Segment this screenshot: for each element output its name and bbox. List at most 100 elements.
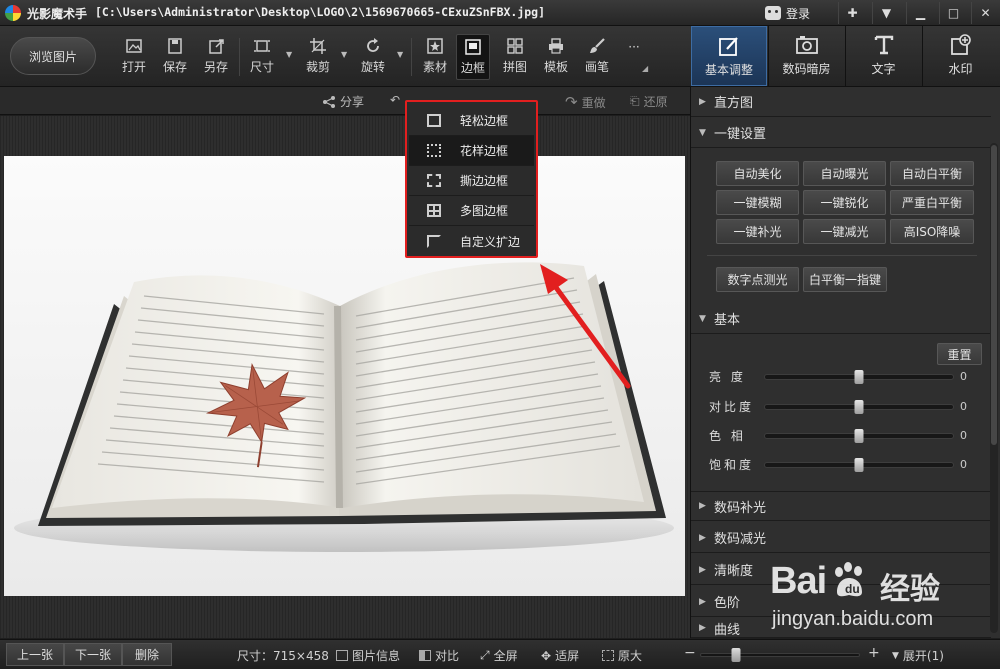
open-button[interactable]: 打开: [117, 34, 151, 80]
tab-text[interactable]: 文字: [845, 26, 921, 86]
user-icon: [765, 6, 781, 20]
rotate-dropdown-icon[interactable]: ▼: [397, 50, 403, 59]
skin-button[interactable]: ✚: [838, 2, 866, 24]
section-title: 色阶: [714, 596, 741, 611]
panel-scrollbar[interactable]: [990, 143, 998, 633]
size-dropdown-icon[interactable]: ▼: [286, 50, 292, 59]
toolbar-expand-icon[interactable]: ◢: [642, 64, 648, 73]
section-title: 直方图: [714, 96, 754, 111]
slider-thumb[interactable]: [854, 429, 864, 443]
redo-label: 重做: [581, 95, 606, 110]
maximize-icon: □: [947, 6, 960, 20]
brightness-slider[interactable]: [764, 370, 954, 384]
fit-screen-button[interactable]: ✥ 适屏: [541, 647, 579, 664]
save-as-button[interactable]: 另存: [199, 34, 233, 80]
white-balance-picker-button[interactable]: 白平衡一指键: [803, 267, 887, 292]
zoom-thumb[interactable]: [731, 648, 741, 662]
multi-border-icon: [427, 204, 441, 217]
auto-beautify-button[interactable]: 自动美化: [716, 161, 799, 186]
rotate-icon: [367, 38, 379, 52]
tab-basic-adjust[interactable]: 基本调整: [691, 26, 767, 86]
save-as-label: 另存: [203, 60, 228, 74]
fullscreen-icon: ⤢: [480, 648, 490, 662]
image-canvas[interactable]: [0, 116, 690, 638]
menu-button[interactable]: ▼: [872, 2, 900, 24]
contrast-slider[interactable]: [764, 400, 954, 414]
original-size-button[interactable]: 原大: [602, 647, 642, 664]
menu-item-simple-border[interactable]: 轻松边框: [409, 106, 534, 136]
rotate-button[interactable]: 旋转: [356, 34, 390, 80]
crop-dropdown-icon[interactable]: ▼: [341, 50, 347, 59]
minimize-button[interactable]: ▁: [906, 2, 934, 24]
zoom-in-icon[interactable]: +: [868, 645, 880, 661]
section-one-click[interactable]: ▼ 一键设置: [691, 118, 991, 148]
restore-button[interactable]: ⎗ 还原: [630, 93, 668, 110]
maximize-button[interactable]: □: [939, 2, 967, 24]
menu-item-multi-image-border[interactable]: 多图边框: [409, 196, 534, 226]
slider-thumb[interactable]: [854, 458, 864, 472]
image-info-button[interactable]: 图片信息: [336, 647, 400, 664]
redo-button[interactable]: ↷ 重做: [565, 93, 606, 111]
main-toolbar: 浏览图片 打开 保存 另存 尺寸 ▼ 裁剪 ▼ 旋转 ▼ 素材 边框 拼图 模板: [0, 26, 1000, 87]
expand-filmstrip-button[interactable]: ▼ 展开(1): [892, 647, 944, 664]
hue-slider[interactable]: [764, 429, 954, 443]
border-button[interactable]: 边框: [456, 34, 490, 80]
material-button[interactable]: 素材: [418, 34, 452, 80]
section-basic[interactable]: ▼ 基本: [691, 304, 991, 334]
brush-button[interactable]: 画笔: [580, 34, 614, 80]
brush-label: 画笔: [584, 60, 609, 74]
file-path: [C:\Users\Administrator\Desktop\LOGO\2\1…: [95, 5, 546, 19]
menu-item-torn-border[interactable]: 撕边边框: [409, 166, 534, 196]
high-iso-denoise-button[interactable]: 高ISO降噪: [890, 219, 974, 244]
crop-button[interactable]: 裁剪: [301, 34, 335, 80]
auto-white-balance-button[interactable]: 自动白平衡: [890, 161, 974, 186]
collage-button[interactable]: 拼图: [498, 34, 532, 80]
one-click-reduce-light-button[interactable]: 一键减光: [803, 219, 886, 244]
collapsed-arrow-icon: ▶: [699, 596, 706, 607]
tab-watermark[interactable]: 水印: [922, 26, 998, 86]
reset-button[interactable]: 重置: [937, 343, 982, 365]
menu-down-icon: ▼: [881, 6, 892, 20]
menu-item-pattern-border[interactable]: 花样边框: [409, 136, 534, 166]
menu-item-custom-expand[interactable]: 自定义扩边: [409, 226, 534, 256]
close-button[interactable]: ✕: [971, 2, 999, 24]
star-frame-icon: [427, 38, 443, 54]
camera-icon: [795, 36, 818, 54]
zoom-slider[interactable]: [700, 648, 860, 662]
one-click-fill-light-button[interactable]: 一键补光: [716, 219, 799, 244]
previous-image-button[interactable]: 上一张: [6, 643, 64, 666]
menu-item-label: 撕边边框: [460, 174, 509, 188]
auto-exposure-button[interactable]: 自动曝光: [803, 161, 886, 186]
share-label: 分享: [340, 95, 365, 109]
slider-thumb[interactable]: [854, 400, 864, 414]
severe-white-balance-button[interactable]: 严重白平衡: [890, 190, 974, 215]
more-tools-button[interactable]: ···: [617, 34, 651, 80]
toolbar-divider: [239, 38, 240, 76]
fullscreen-button[interactable]: ⤢ 全屏: [480, 647, 518, 664]
section-reduce-light[interactable]: ▶ 数码减光: [691, 523, 991, 553]
template-button[interactable]: 模板: [539, 34, 573, 80]
svg-text:du: du: [845, 582, 860, 596]
section-histogram[interactable]: ▶ 直方图: [691, 87, 991, 117]
save-button[interactable]: 保存: [158, 34, 192, 80]
login-button[interactable]: 登录: [765, 3, 810, 23]
compare-button[interactable]: 对比: [419, 647, 459, 664]
spot-metering-button[interactable]: 数字点测光: [716, 267, 799, 292]
saturation-slider[interactable]: [764, 458, 954, 472]
original-size-icon: [602, 650, 614, 661]
size-button[interactable]: 尺寸: [245, 34, 279, 80]
next-image-button[interactable]: 下一张: [64, 643, 122, 666]
open-label: 打开: [121, 60, 146, 74]
slider-thumb[interactable]: [854, 370, 864, 384]
one-click-blur-button[interactable]: 一键模糊: [716, 190, 799, 215]
shirt-icon: ✚: [847, 6, 858, 20]
delete-button[interactable]: 删除: [122, 643, 172, 666]
undo-button[interactable]: ↶: [390, 93, 400, 107]
section-fill-light[interactable]: ▶ 数码补光: [691, 491, 991, 521]
restore-icon: ⎗: [630, 94, 640, 108]
share-button[interactable]: 分享: [322, 93, 364, 110]
zoom-out-icon[interactable]: −: [684, 645, 696, 661]
browse-images-button[interactable]: 浏览图片: [10, 37, 96, 75]
tab-darkroom[interactable]: 数码暗房: [768, 26, 844, 86]
one-click-sharpen-button[interactable]: 一键锐化: [803, 190, 886, 215]
